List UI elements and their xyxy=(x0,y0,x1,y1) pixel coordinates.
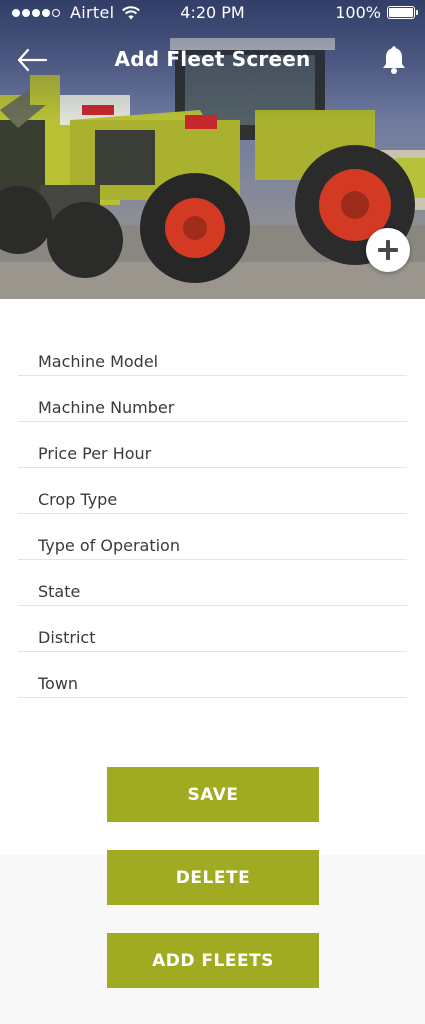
crop-type-input[interactable] xyxy=(38,490,398,509)
district-field xyxy=(18,606,407,652)
add-fleet-screen: Airtel 4:20 PM 100% Add Fleet Screen Mac… xyxy=(0,0,425,1024)
state-field xyxy=(18,560,407,606)
status-right: 100% xyxy=(335,3,418,22)
state-input[interactable] xyxy=(38,582,398,601)
town-input[interactable] xyxy=(38,674,398,693)
type-of-operation-input[interactable] xyxy=(38,536,398,555)
town-field xyxy=(18,652,407,698)
crop-type-field xyxy=(18,468,407,514)
nav-bar: Add Fleet Screen xyxy=(0,40,425,80)
delete-button[interactable]: DELETE xyxy=(107,850,319,905)
save-button[interactable]: SAVE xyxy=(107,767,319,822)
plus-icon xyxy=(378,240,398,260)
machine-number-field xyxy=(18,376,407,422)
battery-percentage: 100% xyxy=(335,3,381,22)
page-title: Add Fleet Screen xyxy=(114,47,311,71)
fleet-form xyxy=(18,330,407,698)
status-bar: Airtel 4:20 PM 100% xyxy=(0,0,425,26)
type-of-operation-field xyxy=(18,514,407,560)
hero-image: Airtel 4:20 PM 100% Add Fleet Screen xyxy=(0,0,425,299)
machine-number-input[interactable] xyxy=(38,398,398,417)
price-per-hour-input[interactable] xyxy=(38,444,398,463)
district-input[interactable] xyxy=(38,628,398,647)
add-fleets-button[interactable]: ADD FLEETS xyxy=(107,933,319,988)
machine-model-input[interactable] xyxy=(38,352,398,371)
bell-icon[interactable] xyxy=(381,45,407,75)
battery-fill xyxy=(389,8,413,17)
price-per-hour-field xyxy=(18,422,407,468)
add-photo-button[interactable] xyxy=(366,228,410,272)
battery-icon xyxy=(387,6,418,19)
machine-model-field xyxy=(18,330,407,376)
